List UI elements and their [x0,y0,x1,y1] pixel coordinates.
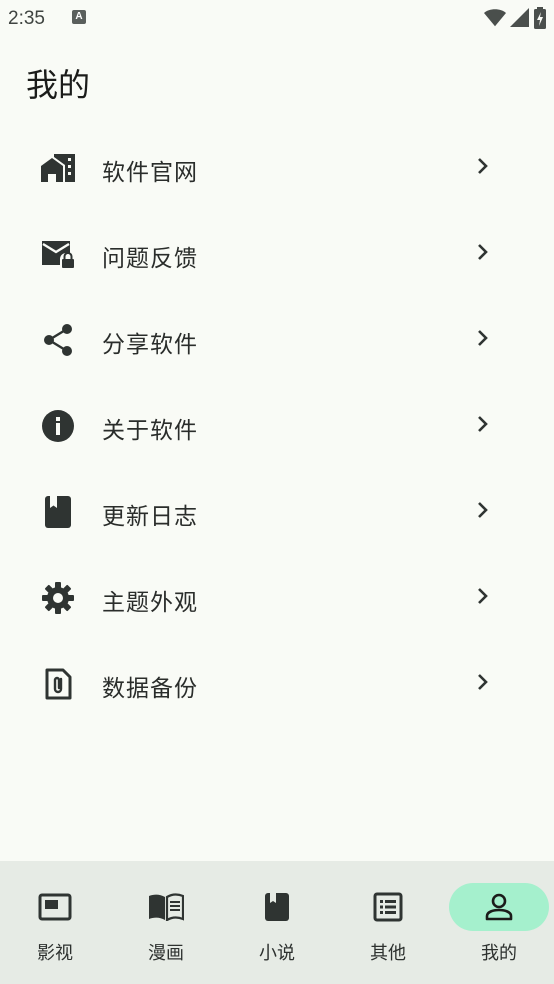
menu-item-theme[interactable]: 主题外观 [0,554,554,640]
menu-item-label: 关于软件 [102,418,198,444]
movie-icon [5,883,105,931]
wifi-icon [484,9,506,27]
menu-item-website[interactable]: 软件官网 [0,124,554,210]
person-icon [449,883,549,931]
menu-item-backup[interactable]: 数据备份 [0,640,554,726]
book-icon [40,494,76,530]
menu-item-label: 更新日志 [102,504,198,530]
nav-item-movies[interactable]: 影视 [0,861,110,984]
nav-item-novels[interactable]: 小说 [222,861,332,984]
chevron-right-icon [478,674,488,690]
nav-item-comics[interactable]: 漫画 [111,861,221,984]
info-icon [40,408,76,444]
menu-item-label: 主题外观 [102,590,198,616]
nav-label: 漫画 [148,943,184,964]
menu-item-label: 分享软件 [102,332,198,358]
status-time: 2:35 [8,8,45,29]
attachment-file-icon [40,666,76,702]
menu-item-label: 软件官网 [102,160,198,186]
book-icon [227,883,327,931]
chevron-right-icon [478,158,488,174]
nav-label: 我的 [481,943,517,964]
menu-item-feedback[interactable]: 问题反馈 [0,210,554,296]
chevron-right-icon [478,330,488,346]
notification-a-icon: A [72,10,86,24]
mail-lock-icon [40,236,76,272]
status-bar: 2:35 A [0,0,554,36]
chevron-right-icon [478,416,488,432]
signal-icon [510,8,529,27]
menu-item-label: 问题反馈 [102,246,198,272]
menu-item-label: 数据备份 [102,676,198,702]
nav-label: 影视 [37,943,73,964]
settings-icon [40,580,76,616]
nav-item-others[interactable]: 其他 [333,861,443,984]
list-icon [338,883,438,931]
menu-item-share[interactable]: 分享软件 [0,296,554,382]
home-work-icon [40,150,76,186]
battery-icon [534,7,546,29]
nav-item-mine[interactable]: 我的 [444,861,554,984]
bottom-navigation: 影视 漫画 小说 其他 我的 [0,861,554,984]
page-title: 我的 [26,66,91,104]
chevron-right-icon [478,502,488,518]
menu-item-changelog[interactable]: 更新日志 [0,468,554,554]
open-book-icon [116,883,216,931]
menu-item-about[interactable]: 关于软件 [0,382,554,468]
chevron-right-icon [478,588,488,604]
status-icons [484,7,546,29]
nav-label: 小说 [259,943,295,964]
nav-label: 其他 [370,943,406,964]
settings-menu: 软件官网 问题反馈 分享软件 关于软件 更新日志 主题外观 数据备份 [0,124,554,726]
share-icon [40,322,76,358]
chevron-right-icon [478,244,488,260]
